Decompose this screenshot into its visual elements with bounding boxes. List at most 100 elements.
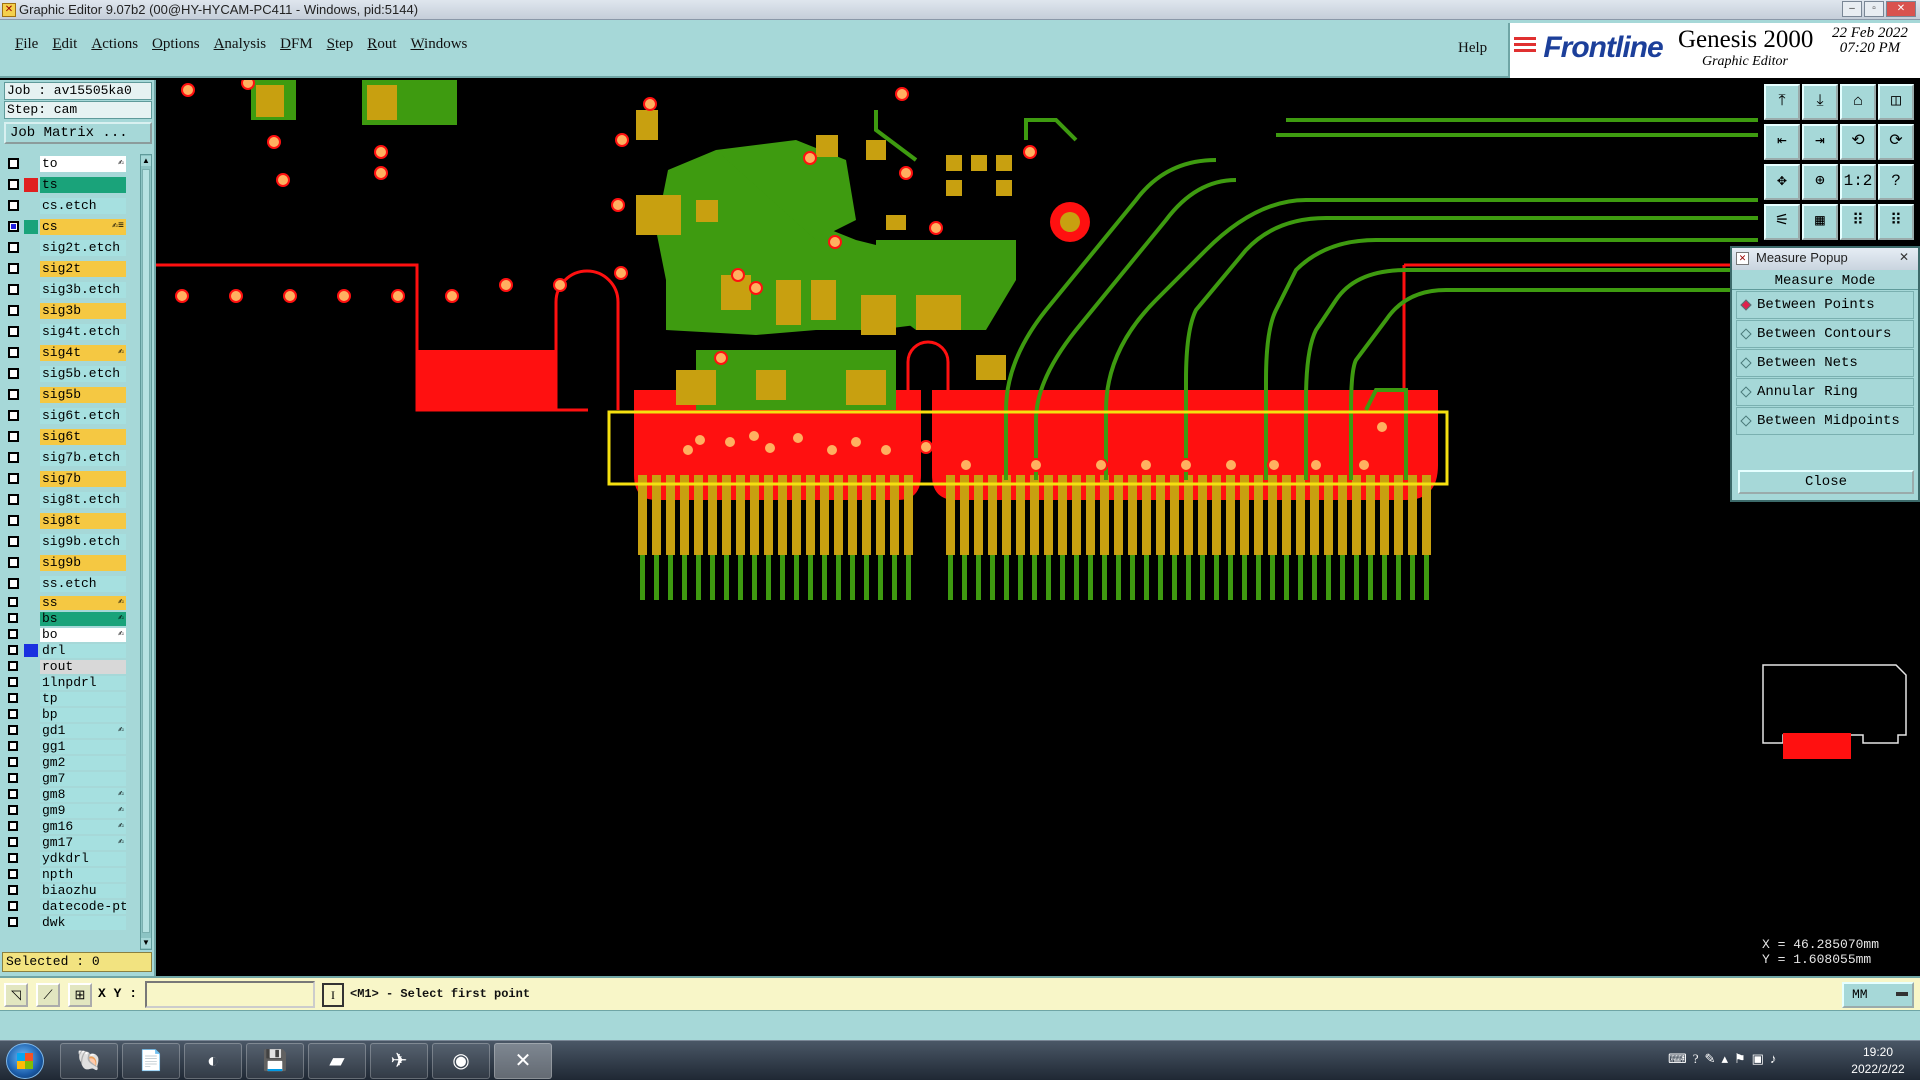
layer-row-sig8t[interactable]: sig8t: [4, 511, 138, 532]
layer-checkbox[interactable]: [8, 613, 18, 623]
layer-row-cs.etch[interactable]: cs.etch: [4, 196, 138, 217]
layer-checkbox[interactable]: [8, 473, 19, 484]
layer-row-sig3b.etch[interactable]: sig3b.etch: [4, 280, 138, 301]
layer-checkbox[interactable]: [8, 326, 19, 337]
layer-row-bs[interactable]: bs ✍: [4, 611, 138, 627]
layer-checkbox[interactable]: [8, 431, 19, 442]
layer-checkbox[interactable]: [8, 221, 19, 232]
tray-network-icon[interactable]: ▣: [1752, 1051, 1764, 1067]
units-selector[interactable]: MM: [1842, 982, 1914, 1008]
menu-file[interactable]: File: [8, 36, 45, 53]
layer-checkbox[interactable]: [8, 757, 18, 767]
layer-row-tp[interactable]: tp: [4, 691, 138, 707]
layer-name[interactable]: to ✍: [40, 156, 126, 172]
measure-popup-titlebar[interactable]: ✕ Measure Popup ✕: [1732, 248, 1918, 270]
menu-help[interactable]: Help: [1458, 40, 1487, 57]
layer-row-gm9[interactable]: gm9 ✍: [4, 803, 138, 819]
layer-color-swatch[interactable]: [24, 644, 38, 657]
layer-checkbox[interactable]: [8, 837, 18, 847]
layer-checkbox[interactable]: [8, 284, 19, 295]
menu-options[interactable]: Options: [145, 36, 207, 53]
scroll-thumb[interactable]: [142, 169, 150, 933]
measure-option-between-midpoints[interactable]: Between Midpoints: [1736, 407, 1914, 435]
measure-option-between-nets[interactable]: Between Nets: [1736, 349, 1914, 377]
layer-checkbox[interactable]: [8, 179, 19, 190]
layer-name[interactable]: sig9b: [40, 555, 126, 571]
layer-row-sig8t.etch[interactable]: sig8t.etch: [4, 490, 138, 511]
layer-row-ss[interactable]: ss ✍: [4, 595, 138, 611]
layer-checkbox[interactable]: [8, 557, 19, 568]
layer-checkbox[interactable]: [8, 805, 18, 815]
layer-name[interactable]: datecode-pt: [40, 900, 126, 914]
layer-name[interactable]: sig9b.etch: [40, 534, 126, 550]
layer-name[interactable]: gm16 ✍: [40, 820, 126, 834]
layer-name[interactable]: gg1: [40, 740, 126, 754]
layer-checkbox[interactable]: [8, 515, 19, 526]
layer-name[interactable]: bs ✍: [40, 612, 126, 626]
taskbar-app-bird-icon[interactable]: ✈: [370, 1043, 428, 1079]
layer-name[interactable]: npth: [40, 868, 126, 882]
graphic-canvas[interactable]: [156, 80, 1758, 976]
layer-name[interactable]: rout: [40, 660, 126, 674]
layer-row-npth[interactable]: npth: [4, 867, 138, 883]
redraw-icon[interactable]: ⟳: [1878, 124, 1914, 160]
layer-row-sig6t[interactable]: sig6t: [4, 427, 138, 448]
layer-row-sig4t[interactable]: sig4t ✍: [4, 343, 138, 364]
layer-checkbox[interactable]: [8, 305, 19, 316]
layer-name[interactable]: gm8 ✍: [40, 788, 126, 802]
grid-icon[interactable]: ▦: [1802, 204, 1838, 240]
layer-color-swatch[interactable]: [24, 220, 38, 234]
pan-right-icon[interactable]: ⇥: [1802, 124, 1838, 160]
scale-1-2-icon[interactable]: 1:2: [1840, 164, 1876, 200]
layer-name[interactable]: sig7b: [40, 471, 126, 487]
layer-checkbox[interactable]: [8, 741, 18, 751]
layer-row-gm7[interactable]: gm7: [4, 771, 138, 787]
xy-input[interactable]: [145, 981, 315, 1008]
layer-row-gg1[interactable]: gg1: [4, 739, 138, 755]
menu-dfm[interactable]: DFM: [273, 36, 320, 53]
layer-name[interactable]: sig4t ✍: [40, 345, 126, 361]
layer-row-datecode-pt[interactable]: datecode-pt: [4, 899, 138, 915]
measure-tool-icon[interactable]: ⟋: [36, 983, 60, 1007]
tray-help-icon[interactable]: ?: [1693, 1051, 1699, 1067]
layer-filter-icon[interactable]: ⠿: [1840, 204, 1876, 240]
menu-step[interactable]: Step: [320, 36, 361, 53]
maximize-button[interactable]: ▫: [1864, 1, 1884, 17]
layer-name[interactable]: bo ✍: [40, 628, 126, 642]
close-button[interactable]: Close: [1738, 470, 1914, 494]
layer-filter-alt-icon[interactable]: ⠿: [1878, 204, 1914, 240]
layer-checkbox[interactable]: [8, 885, 18, 895]
layer-checkbox[interactable]: [8, 452, 19, 463]
minimize-button[interactable]: –: [1842, 1, 1862, 17]
layer-name[interactable]: gd1 ✍: [40, 724, 126, 738]
layer-row-sig7b[interactable]: sig7b: [4, 469, 138, 490]
layer-row-cs[interactable]: cs ✍≡: [4, 217, 138, 238]
fit-window-icon[interactable]: ◫: [1878, 84, 1914, 120]
popup-close-icon[interactable]: ✕: [1894, 250, 1914, 266]
layer-checkbox[interactable]: [8, 693, 18, 703]
layer-row-drl[interactable]: drl: [4, 643, 138, 659]
layer-name[interactable]: gm7: [40, 772, 126, 786]
measure-option-between-points[interactable]: Between Points: [1736, 291, 1914, 319]
layer-checkbox[interactable]: [8, 853, 18, 863]
taskbar-app-red-icon[interactable]: ◐: [184, 1043, 242, 1079]
layer-row-sig2t.etch[interactable]: sig2t.etch: [4, 238, 138, 259]
layer-checkbox[interactable]: [8, 709, 18, 719]
layer-checkbox[interactable]: [8, 629, 18, 639]
grid-tool-icon[interactable]: ⊞: [68, 983, 92, 1007]
query-icon[interactable]: ?: [1878, 164, 1914, 200]
layer-row-biaozhu[interactable]: biaozhu: [4, 883, 138, 899]
layer-row-sig5b[interactable]: sig5b: [4, 385, 138, 406]
layer-name[interactable]: cs ✍≡: [40, 219, 126, 235]
layer-name[interactable]: gm9 ✍: [40, 804, 126, 818]
layer-name[interactable]: sig2t.etch: [40, 240, 126, 256]
layer-row-sig7b.etch[interactable]: sig7b.etch: [4, 448, 138, 469]
layer-checkbox[interactable]: [8, 347, 19, 358]
taskbar-app-genesis-icon[interactable]: ✕: [494, 1043, 552, 1079]
layer-name[interactable]: sig2t: [40, 261, 126, 277]
layer-checkbox[interactable]: [8, 158, 19, 169]
layer-name[interactable]: ts: [40, 177, 126, 193]
layer-name[interactable]: 1lnpdrl: [40, 676, 126, 690]
overview-map[interactable]: [1758, 655, 1920, 931]
layer-row-sig9b.etch[interactable]: sig9b.etch: [4, 532, 138, 553]
